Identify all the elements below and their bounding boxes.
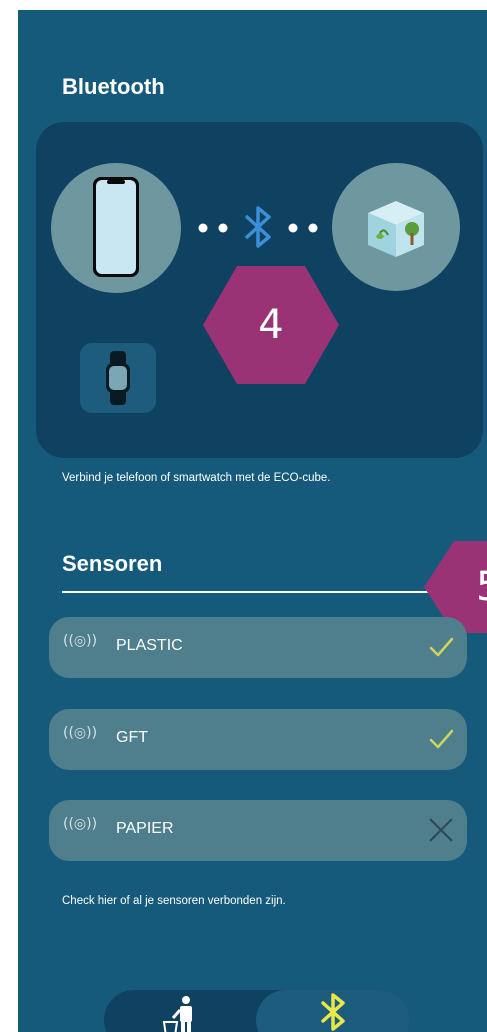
sensor-row-gft[interactable]: ((◎)) GFT: [49, 709, 467, 770]
app-panel: Bluetooth 4 Verbind je telefoon of smart…: [18, 10, 487, 1032]
bluetooth-toggle-button[interactable]: [256, 990, 410, 1032]
sensor-label: PAPIER: [116, 820, 174, 837]
sensor-label: GFT: [116, 729, 148, 746]
sensors-caption: Check hier of al je sensoren verbonden z…: [62, 895, 286, 907]
connection-dots-left: [196, 221, 236, 240]
trash-person-icon: [162, 996, 192, 1032]
bluetooth-caption: Verbind je telefoon of smartwatch met de…: [62, 472, 331, 484]
sensor-label: PLASTIC: [116, 637, 183, 654]
smartwatch-device-button[interactable]: [80, 343, 156, 413]
bottom-toggle: [104, 990, 410, 1032]
check-icon: [429, 729, 454, 749]
sensors-section-title: Sensoren: [62, 551, 163, 576]
trash-toggle-button[interactable]: [104, 990, 256, 1032]
bluetooth-section-title: Bluetooth: [62, 74, 165, 99]
connection-dots-right: [286, 221, 326, 240]
smartphone-icon: [93, 177, 139, 277]
check-icon: [429, 637, 454, 657]
eco-cube-icon: [368, 201, 424, 257]
smartwatch-icon: [106, 351, 130, 405]
signal-waves-icon: ((◎)): [63, 633, 98, 649]
signal-waves-icon: ((◎)): [63, 725, 98, 741]
sensor-row-plastic[interactable]: ((◎)) PLASTIC: [49, 617, 467, 678]
sensor-row-papier[interactable]: ((◎)) PAPIER: [49, 800, 467, 861]
sensors-divider: [62, 591, 472, 593]
phone-device-button[interactable]: [51, 163, 181, 293]
signal-waves-icon: ((◎)): [63, 816, 98, 832]
cross-icon: [429, 818, 453, 842]
bluetooth-icon: [241, 205, 275, 254]
bluetooth-icon: [321, 993, 345, 1031]
eco-cube-device-button[interactable]: [332, 163, 460, 291]
